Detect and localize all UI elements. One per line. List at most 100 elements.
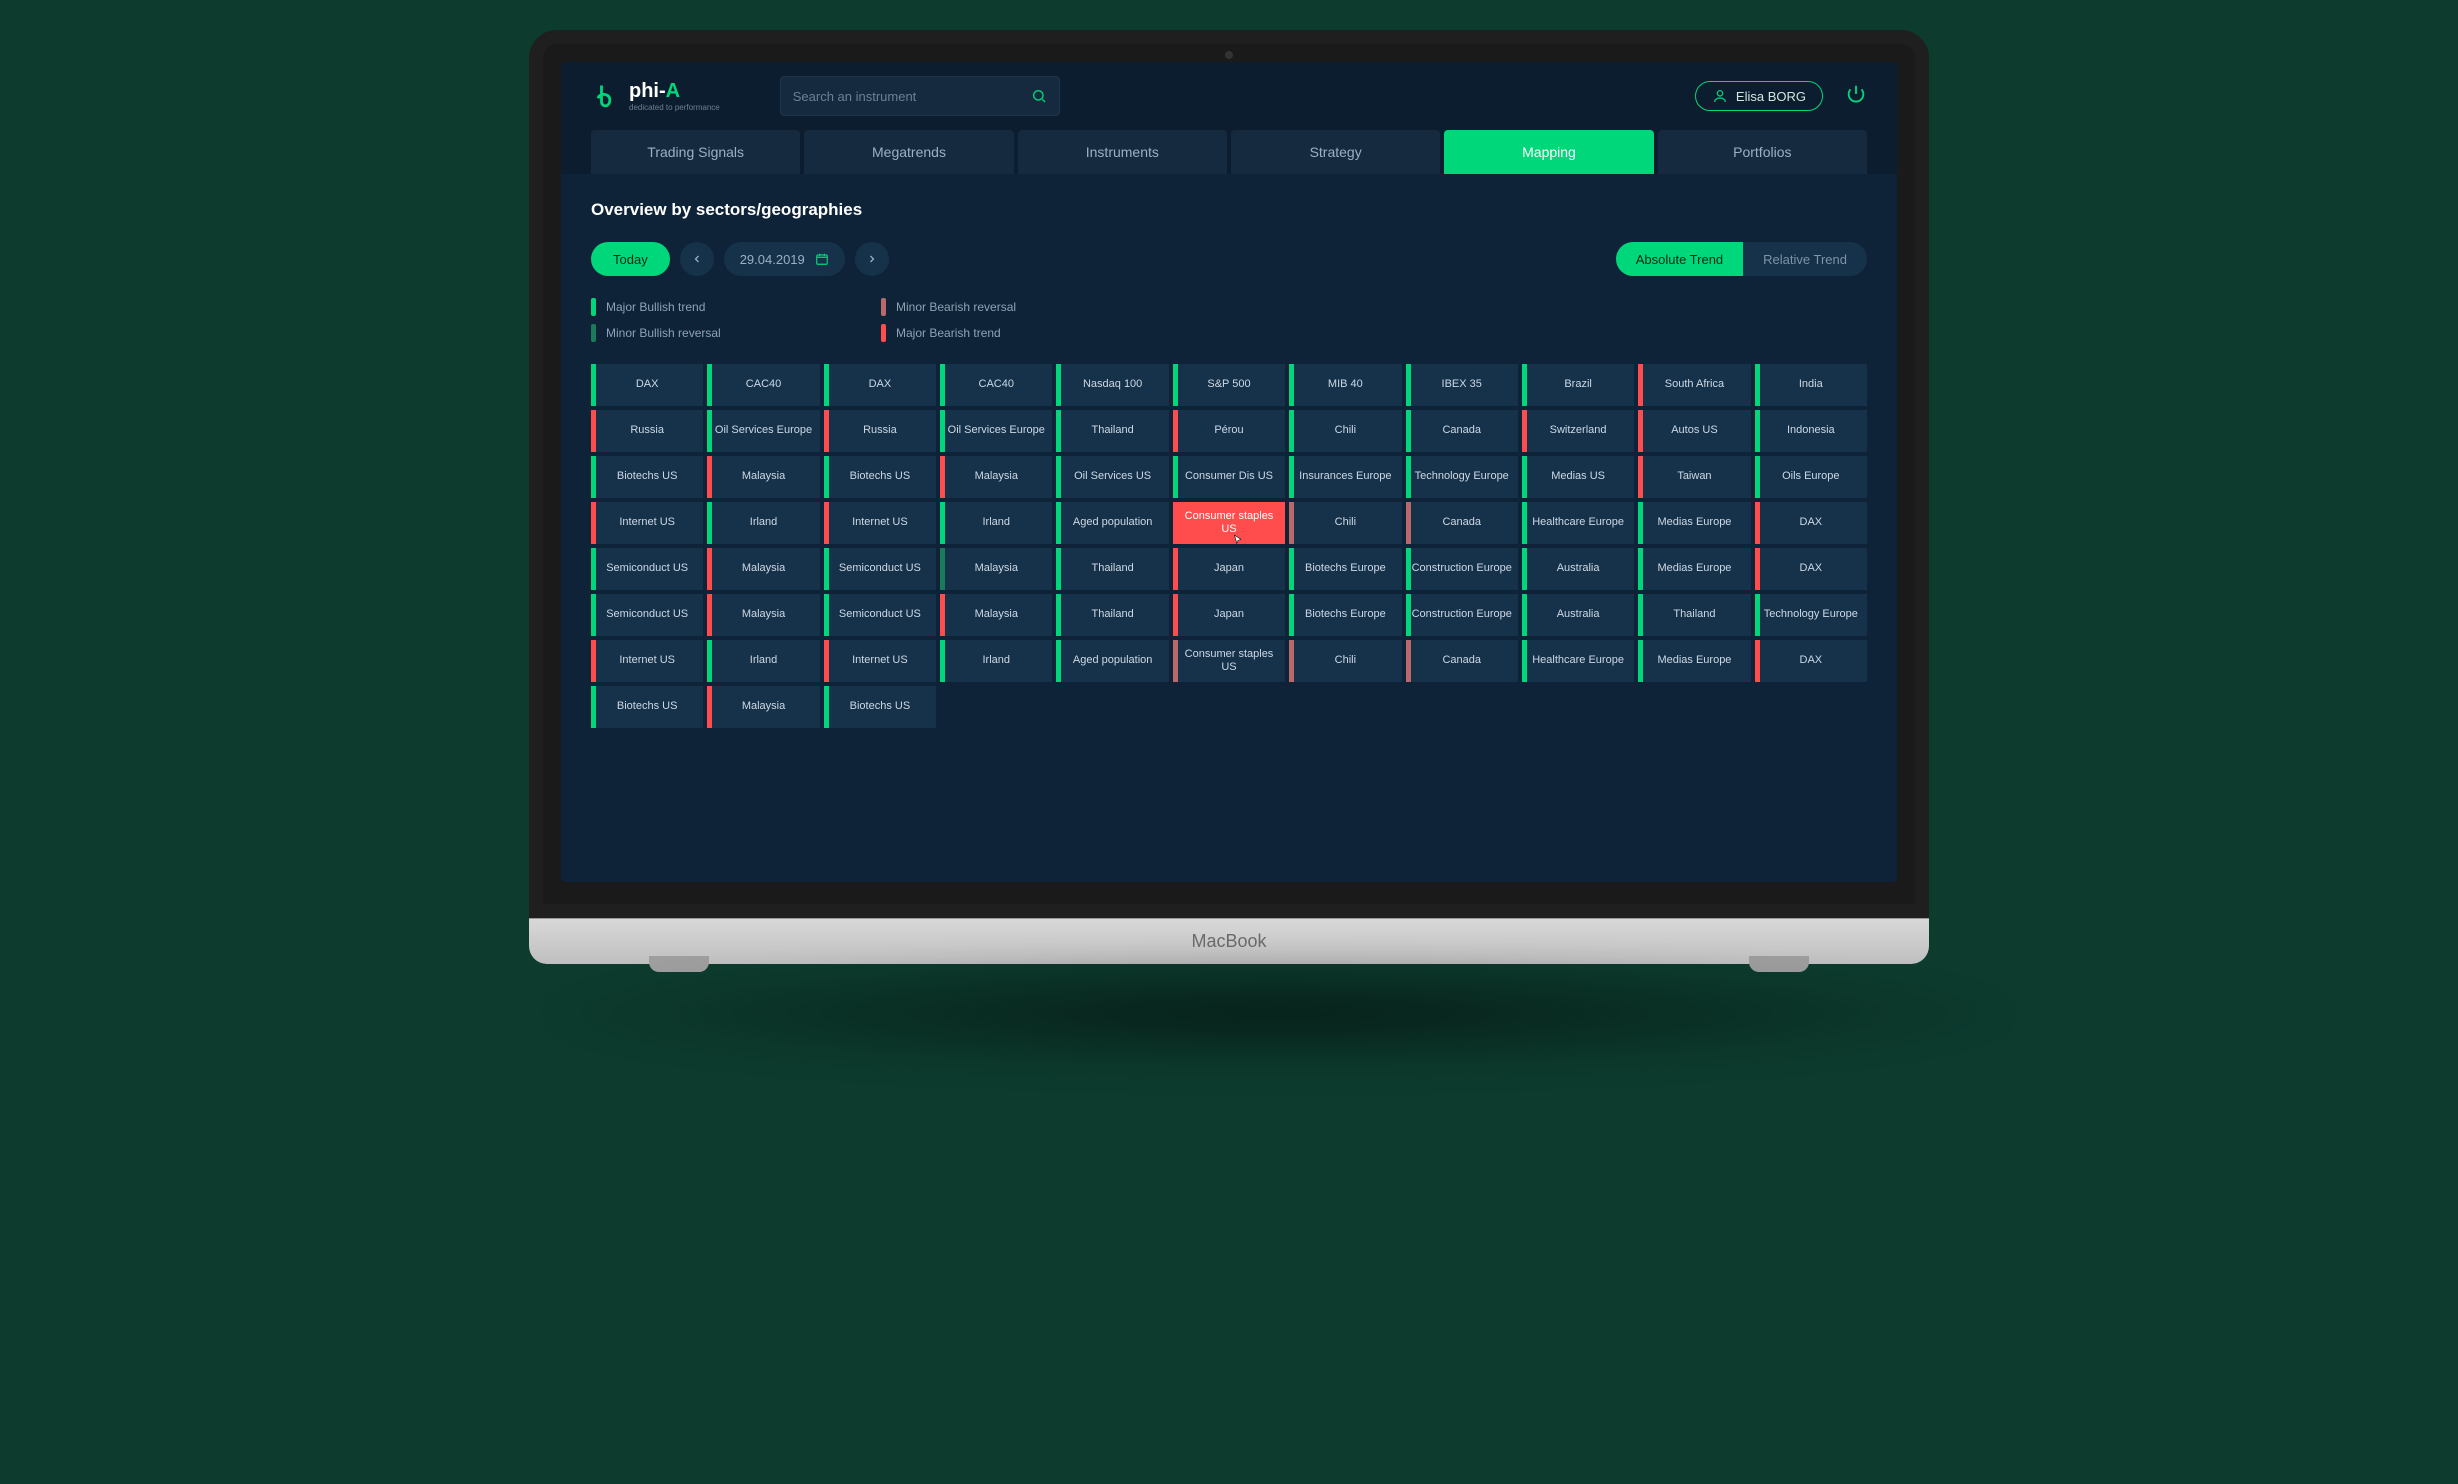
heatmap-cell[interactable]: Russia — [824, 410, 936, 452]
search-input[interactable] — [793, 89, 1031, 104]
heatmap-cell[interactable]: Oil Services US — [1056, 456, 1168, 498]
heatmap-cell[interactable]: Canada — [1406, 410, 1518, 452]
heatmap-cell[interactable]: MIB 40 — [1289, 364, 1401, 406]
heatmap-cell[interactable]: Oils Europe — [1755, 456, 1867, 498]
power-button[interactable] — [1845, 83, 1867, 110]
heatmap-cell[interactable]: Consumer staples US — [1173, 502, 1285, 544]
heatmap-cell[interactable]: Autos US — [1638, 410, 1750, 452]
heatmap-cell[interactable]: Irland — [940, 502, 1052, 544]
heatmap-cell[interactable]: Malaysia — [707, 594, 819, 636]
heatmap-cell[interactable]: Australia — [1522, 594, 1634, 636]
heatmap-cell[interactable]: Biotechs Europe — [1289, 594, 1401, 636]
heatmap-cell[interactable]: Taiwan — [1638, 456, 1750, 498]
heatmap-cell[interactable]: Medias Europe — [1638, 548, 1750, 590]
user-pill[interactable]: Elisa BORG — [1695, 81, 1823, 111]
heatmap-cell[interactable]: Insurances Europe — [1289, 456, 1401, 498]
next-date-button[interactable] — [855, 242, 889, 276]
trend-stripe — [824, 502, 829, 544]
heatmap-cell[interactable]: Chili — [1289, 640, 1401, 682]
heatmap-cell[interactable]: Malaysia — [940, 548, 1052, 590]
heatmap-cell[interactable]: Malaysia — [707, 548, 819, 590]
app-logo[interactable]: phi-A dedicated to performance — [591, 81, 720, 112]
heatmap-cell[interactable]: Chili — [1289, 410, 1401, 452]
nav-tab-megatrends[interactable]: Megatrends — [804, 130, 1013, 174]
heatmap-cell[interactable]: S&P 500 — [1173, 364, 1285, 406]
heatmap-cell[interactable]: India — [1755, 364, 1867, 406]
heatmap-cell[interactable]: Australia — [1522, 548, 1634, 590]
nav-tab-strategy[interactable]: Strategy — [1231, 130, 1440, 174]
trend-option-relative-trend[interactable]: Relative Trend — [1743, 242, 1867, 276]
heatmap-cell[interactable]: Irland — [707, 502, 819, 544]
trend-option-absolute-trend[interactable]: Absolute Trend — [1616, 242, 1743, 276]
heatmap-cell[interactable]: Medias US — [1522, 456, 1634, 498]
heatmap-cell[interactable]: Aged population — [1056, 502, 1168, 544]
heatmap-cell[interactable]: Thailand — [1056, 410, 1168, 452]
heatmap-cell[interactable]: Technology Europe — [1755, 594, 1867, 636]
heatmap-cell[interactable]: Thailand — [1056, 548, 1168, 590]
heatmap-cell[interactable]: Consumer staples US — [1173, 640, 1285, 682]
heatmap-cell[interactable]: Malaysia — [707, 456, 819, 498]
heatmap-cell[interactable]: Irland — [707, 640, 819, 682]
nav-tab-trading-signals[interactable]: Trading Signals — [591, 130, 800, 174]
heatmap-cell[interactable]: CAC40 — [940, 364, 1052, 406]
heatmap-cell[interactable]: Consumer Dis US — [1173, 456, 1285, 498]
heatmap-cell[interactable]: Oil Services Europe — [707, 410, 819, 452]
heatmap-cell[interactable]: Semiconduct US — [591, 548, 703, 590]
prev-date-button[interactable] — [680, 242, 714, 276]
heatmap-cell[interactable]: Thailand — [1056, 594, 1168, 636]
heatmap-cell[interactable]: Japan — [1173, 594, 1285, 636]
date-display[interactable]: 29.04.2019 — [724, 242, 845, 276]
heatmap-cell[interactable]: CAC40 — [707, 364, 819, 406]
heatmap-cell[interactable]: Irland — [940, 640, 1052, 682]
trend-stripe — [591, 456, 596, 498]
heatmap-cell[interactable]: Medias Europe — [1638, 640, 1750, 682]
heatmap-cell[interactable]: Indonesia — [1755, 410, 1867, 452]
nav-tab-mapping[interactable]: Mapping — [1444, 130, 1653, 174]
heatmap-cell[interactable]: Russia — [591, 410, 703, 452]
heatmap-cell[interactable]: DAX — [1755, 548, 1867, 590]
heatmap-cell[interactable]: Biotechs Europe — [1289, 548, 1401, 590]
heatmap-cell[interactable]: Malaysia — [707, 686, 819, 728]
heatmap-cell[interactable]: Biotechs US — [824, 686, 936, 728]
heatmap-cell[interactable]: Switzerland — [1522, 410, 1634, 452]
heatmap-cell[interactable]: Construction Europe — [1406, 594, 1518, 636]
heatmap-cell[interactable]: DAX — [824, 364, 936, 406]
heatmap-cell[interactable]: Biotechs US — [824, 456, 936, 498]
heatmap-cell[interactable]: Aged population — [1056, 640, 1168, 682]
cell-label: Consumer Dis US — [1185, 470, 1273, 483]
heatmap-cell[interactable]: Japan — [1173, 548, 1285, 590]
nav-tab-instruments[interactable]: Instruments — [1018, 130, 1227, 174]
heatmap-cell[interactable]: Biotechs US — [591, 686, 703, 728]
heatmap-cell[interactable]: Biotechs US — [591, 456, 703, 498]
heatmap-cell[interactable]: Chili — [1289, 502, 1401, 544]
heatmap-cell[interactable]: Semiconduct US — [824, 548, 936, 590]
heatmap-cell[interactable]: Internet US — [591, 640, 703, 682]
heatmap-cell[interactable]: Internet US — [591, 502, 703, 544]
heatmap-cell[interactable]: IBEX 35 — [1406, 364, 1518, 406]
heatmap-cell[interactable]: Semiconduct US — [591, 594, 703, 636]
heatmap-cell[interactable]: Nasdaq 100 — [1056, 364, 1168, 406]
heatmap-cell[interactable]: Construction Europe — [1406, 548, 1518, 590]
heatmap-cell[interactable]: Healthcare Europe — [1522, 502, 1634, 544]
heatmap-cell[interactable]: Thailand — [1638, 594, 1750, 636]
heatmap-cell[interactable]: Brazil — [1522, 364, 1634, 406]
heatmap-cell[interactable]: Malaysia — [940, 456, 1052, 498]
heatmap-cell[interactable]: DAX — [1755, 640, 1867, 682]
heatmap-cell[interactable]: Pérou — [1173, 410, 1285, 452]
heatmap-cell[interactable]: Oil Services Europe — [940, 410, 1052, 452]
search-box[interactable] — [780, 76, 1060, 116]
heatmap-cell[interactable]: Internet US — [824, 640, 936, 682]
today-button[interactable]: Today — [591, 242, 670, 276]
heatmap-cell[interactable]: Healthcare Europe — [1522, 640, 1634, 682]
heatmap-cell[interactable]: Technology Europe — [1406, 456, 1518, 498]
heatmap-cell[interactable]: Canada — [1406, 640, 1518, 682]
heatmap-cell[interactable]: Medias Europe — [1638, 502, 1750, 544]
nav-tab-portfolios[interactable]: Portfolios — [1658, 130, 1867, 174]
heatmap-cell[interactable]: South Africa — [1638, 364, 1750, 406]
heatmap-cell[interactable]: DAX — [591, 364, 703, 406]
heatmap-cell[interactable]: Internet US — [824, 502, 936, 544]
heatmap-cell[interactable]: DAX — [1755, 502, 1867, 544]
heatmap-cell[interactable]: Malaysia — [940, 594, 1052, 636]
heatmap-cell[interactable]: Semiconduct US — [824, 594, 936, 636]
heatmap-cell[interactable]: Canada — [1406, 502, 1518, 544]
